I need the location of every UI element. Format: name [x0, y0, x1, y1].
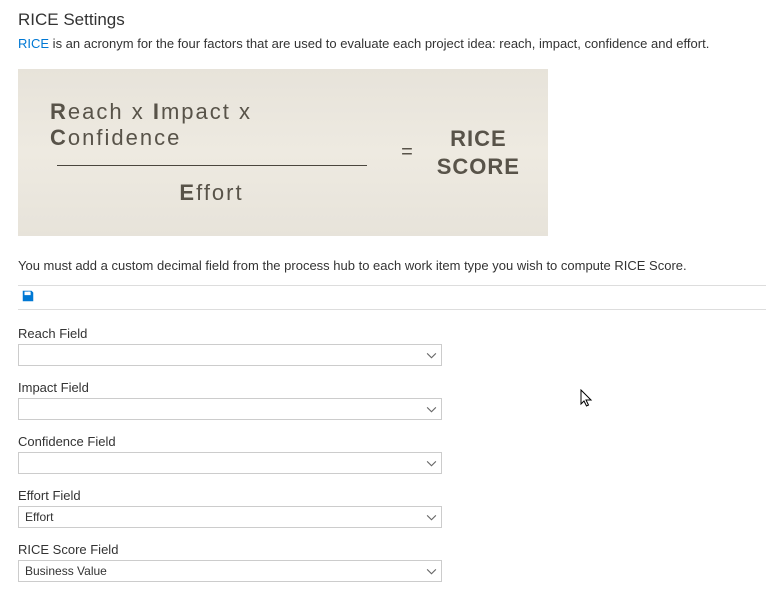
impact-field-select[interactable]	[18, 398, 442, 420]
formula-equals: =	[401, 141, 413, 164]
intro-text: RICE is an acronym for the four factors …	[18, 36, 766, 51]
reach-field-row: Reach Field	[18, 326, 766, 366]
save-button[interactable]	[18, 288, 38, 307]
formula-box: Reach x Impact x Confidence Effort = RIC…	[18, 69, 548, 236]
confidence-field-select[interactable]	[18, 452, 442, 474]
toolbar	[18, 285, 766, 310]
effort-field-select[interactable]	[18, 506, 442, 528]
formula-denominator: Effort	[179, 180, 243, 206]
impact-field-row: Impact Field	[18, 380, 766, 420]
formula-rice-label: RICE	[437, 125, 520, 153]
score-field-label: RICE Score Field	[18, 542, 766, 557]
confidence-field-row: Confidence Field	[18, 434, 766, 474]
confidence-field-label: Confidence Field	[18, 434, 766, 449]
save-icon	[21, 289, 35, 306]
formula-result: RICE SCORE	[437, 125, 520, 180]
formula-rule	[57, 165, 367, 166]
rice-acronym: RICE	[18, 36, 49, 51]
effort-field-label: Effort Field	[18, 488, 766, 503]
impact-field-label: Impact Field	[18, 380, 766, 395]
effort-field-row: Effort Field	[18, 488, 766, 528]
formula-fraction: Reach x Impact x Confidence Effort	[50, 99, 373, 206]
score-field-row: RICE Score Field	[18, 542, 766, 582]
intro-rest: is an acronym for the four factors that …	[49, 36, 709, 51]
score-field-select[interactable]	[18, 560, 442, 582]
reach-field-label: Reach Field	[18, 326, 766, 341]
formula-score-label: SCORE	[437, 153, 520, 181]
instructions-text: You must add a custom decimal field from…	[18, 258, 766, 273]
page-title: RICE Settings	[18, 10, 766, 30]
reach-field-select[interactable]	[18, 344, 442, 366]
formula-numerator: Reach x Impact x Confidence	[50, 99, 373, 151]
